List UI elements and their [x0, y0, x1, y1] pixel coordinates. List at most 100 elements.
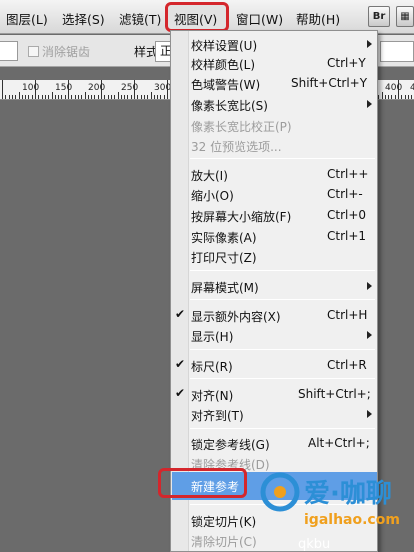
menu-item-lock-slices[interactable]: 锁定切片(K): [172, 510, 376, 530]
ruler-tick: [391, 95, 393, 99]
menu-item-gamut-warning[interactable]: 色域警告(W) Shift+Ctrl+Y: [172, 73, 376, 93]
submenu-arrow-icon: [367, 331, 372, 339]
menu-item-show[interactable]: 显示(H): [172, 325, 376, 345]
menu-item-label: 屏幕模式(M): [191, 281, 259, 295]
checkmark-icon: ✔: [175, 307, 186, 321]
menu-view[interactable]: 视图(V): [174, 9, 217, 28]
menu-item-label: 像素长宽比(S): [191, 99, 268, 113]
ruler-tick: [48, 95, 50, 99]
ruler-tick: [163, 95, 165, 99]
ruler-tick: [104, 95, 106, 99]
menu-item-shortcut: Shift+Ctrl+;: [298, 387, 371, 401]
ruler-tick: [71, 95, 73, 99]
ruler-tick: [120, 95, 122, 99]
panel-layout-icon[interactable]: ▦: [396, 6, 414, 27]
ruler-tick: [28, 95, 30, 99]
ruler-tick: [54, 95, 56, 99]
menu-item-label: 锁定参考线(G): [191, 438, 270, 452]
ruler-tick: [384, 95, 386, 99]
ruler-tick: [77, 95, 79, 99]
ruler-tick: [51, 92, 53, 99]
submenu-arrow-icon: [367, 410, 372, 418]
menu-item-label: 缩小(O): [191, 189, 234, 203]
menu-item-print-size[interactable]: 打印尺寸(Z): [172, 246, 376, 266]
ruler-label: 250: [121, 83, 139, 93]
ruler-tick: [18, 92, 20, 99]
menu-separator: [190, 378, 375, 379]
menu-help[interactable]: 帮助(H): [296, 9, 340, 28]
menu-item-zoom-in[interactable]: 放大(I) Ctrl++: [172, 164, 376, 184]
ruler-tick: [44, 95, 46, 99]
feather-input[interactable]: [0, 41, 18, 61]
ruler-tick: [2, 80, 3, 99]
menu-item-label: 对齐到(T): [191, 409, 244, 423]
menu-item-label: 对齐(N): [191, 389, 234, 403]
menu-item-label: 按屏幕大小缩放(F): [191, 210, 292, 224]
menu-filter[interactable]: 滤镜(T): [119, 9, 161, 28]
menu-item-label: 32 位预览选项...: [191, 140, 282, 154]
menu-item-shortcut: Ctrl+0: [327, 208, 367, 222]
menu-item-proof-setup[interactable]: 校样设置(U): [172, 34, 376, 54]
ruler-tick: [157, 95, 159, 99]
ruler-label: 150: [55, 83, 73, 93]
menu-item-snap-to[interactable]: 对齐到(T): [172, 404, 376, 424]
menu-item-pixel-aspect[interactable]: 像素长宽比(S): [172, 94, 376, 114]
menu-item-shortcut: Ctrl+H: [327, 308, 368, 322]
ruler-tick: [97, 95, 99, 99]
ruler-tick: [117, 92, 119, 99]
checkmark-icon: ✔: [175, 357, 186, 371]
menu-item-label: 实际像素(A): [191, 231, 257, 245]
menu-item-shortcut: Ctrl+-: [327, 187, 363, 201]
antialias-label: 消除锯齿: [42, 45, 91, 59]
menu-item-proof-colors[interactable]: 校样颜色(L) Ctrl+Y: [172, 53, 376, 73]
menu-item-rulers[interactable]: ✔ 标尺(R) Ctrl+R: [172, 355, 376, 375]
menu-item-label: 锁定切片(K): [191, 515, 257, 529]
menu-item-label: 标尺(R): [191, 360, 233, 374]
ruler-tick: [127, 95, 129, 99]
ruler-tick: [21, 95, 23, 99]
menu-item-label: 打印尺寸(Z): [191, 251, 257, 265]
ruler-tick: [8, 95, 10, 99]
menu-item-zoom-out[interactable]: 缩小(O) Ctrl+-: [172, 184, 376, 204]
ruler-tick: [41, 95, 43, 99]
menu-item-lock-guides[interactable]: 锁定参考线(G) Alt+Ctrl+;: [172, 433, 376, 453]
ruler-tick: [153, 95, 155, 99]
menu-item-clear-slices: 清除切片(C): [172, 530, 376, 550]
ruler-tick: [58, 95, 60, 99]
ruler-tick: [143, 95, 145, 99]
ruler-tick: [64, 95, 66, 99]
ruler-tick: [150, 92, 152, 99]
ruler-tick: [130, 95, 132, 99]
ruler-tick: [147, 95, 149, 99]
bridge-icon[interactable]: Br: [368, 6, 390, 27]
menu-item-label: 校样设置(U): [191, 39, 258, 53]
menu-item-screen-mode[interactable]: 屏幕模式(M): [172, 276, 376, 296]
ruler-tick: [15, 95, 17, 99]
width-input[interactable]: [380, 41, 414, 62]
ruler-tick: [160, 95, 162, 99]
ruler-tick: [84, 92, 86, 99]
menu-item-fit-screen[interactable]: 按屏幕大小缩放(F) Ctrl+0: [172, 205, 376, 225]
menu-item-label: 显示(H): [191, 330, 234, 344]
ruler-tick: [107, 95, 109, 99]
menu-select[interactable]: 选择(S): [62, 9, 105, 28]
menu-item-actual-pixels[interactable]: 实际像素(A) Ctrl+1: [172, 226, 376, 246]
menu-layer[interactable]: 图层(L): [6, 9, 48, 28]
checkmark-icon: ✔: [175, 386, 186, 400]
menu-separator: [190, 504, 375, 505]
ruler-tick: [81, 95, 83, 99]
ruler-tick: [74, 95, 76, 99]
ruler-tick: [411, 95, 413, 99]
menu-window[interactable]: 窗口(W): [236, 9, 283, 28]
menu-separator: [190, 299, 375, 300]
ruler-tick: [91, 95, 93, 99]
menu-item-snap[interactable]: ✔ 对齐(N) Shift+Ctrl+;: [172, 384, 376, 404]
menu-item-shortcut: Ctrl+1: [327, 229, 367, 243]
menu-item-pixel-aspect-correction: 像素长宽比校正(P): [172, 115, 376, 135]
ruler-tick: [110, 95, 112, 99]
ruler-label: 300: [154, 83, 172, 93]
menu-item-shortcut: Shift+Ctrl+Y: [291, 76, 368, 90]
antialias-checkbox[interactable]: [28, 46, 39, 57]
menu-item-extras[interactable]: ✔ 显示额外内容(X) Ctrl+H: [172, 305, 376, 325]
menu-item-shortcut: Alt+Ctrl+;: [308, 436, 370, 450]
